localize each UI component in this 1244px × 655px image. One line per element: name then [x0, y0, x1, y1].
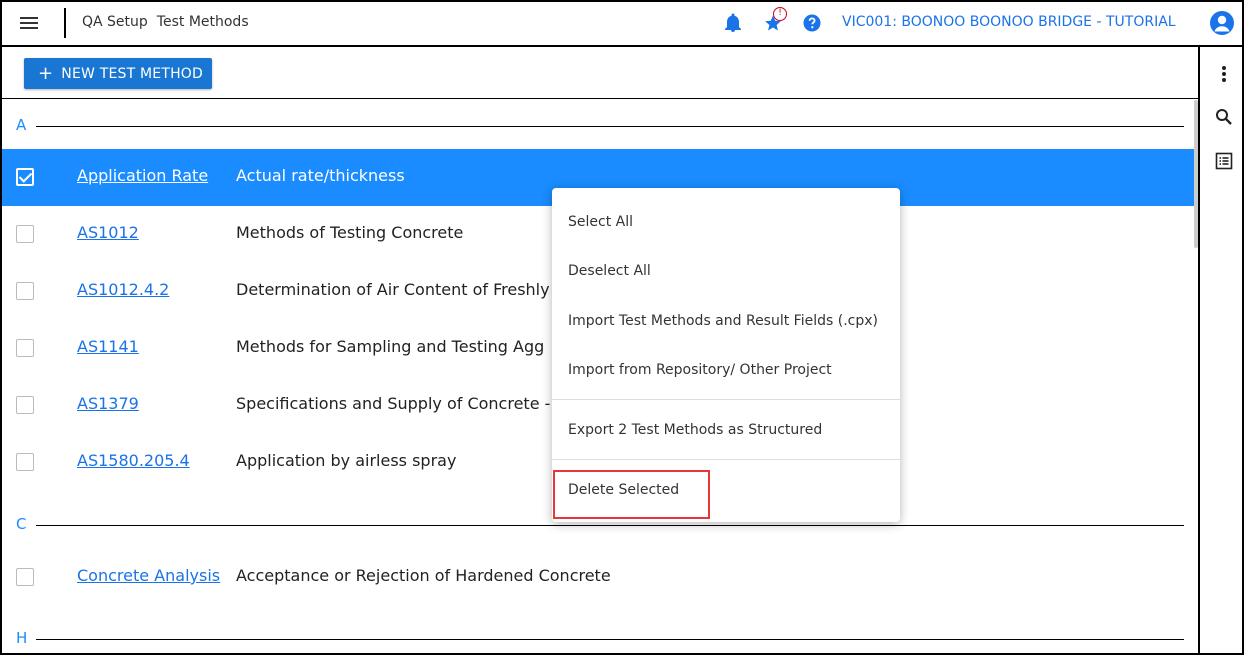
test-method-code-link[interactable]: Application Rate	[77, 166, 208, 185]
list-scrollbar[interactable]	[1194, 100, 1198, 248]
top-bar-divider	[64, 8, 66, 38]
test-method-code-link[interactable]: AS1379	[77, 394, 139, 413]
menu-icon[interactable]	[20, 14, 38, 32]
test-method-description: Specifications and Supply of Concrete -	[236, 394, 551, 413]
test-method-description: Methods of Testing Concrete	[236, 223, 464, 242]
test-method-code-link[interactable]: AS1012.4.2	[77, 280, 169, 299]
menu-divider	[552, 399, 900, 400]
test-method-description: Acceptance or Rejection of Hardened Conc…	[236, 566, 611, 585]
app-window: QA Setup Test Methods ! VIC001: BOONOO BO…	[0, 0, 1244, 655]
row-checkbox[interactable]	[16, 225, 34, 243]
breadcrumb-item-test-methods: Test Methods	[156, 14, 249, 30]
right-rail-divider	[1198, 47, 1200, 653]
section-header-h: H	[2, 627, 1198, 651]
test-method-code-link[interactable]: AS1012	[77, 223, 139, 242]
test-method-code-link[interactable]: AS1580.205.4	[77, 451, 190, 470]
section-letter: A	[16, 116, 27, 134]
menu-divider	[552, 459, 900, 460]
menu-item-export-structured[interactable]: Export 2 Test Methods as Structured	[552, 408, 900, 452]
top-bar: QA Setup Test Methods ! VIC001: BOONOO BO…	[2, 2, 1242, 47]
list-view-icon[interactable]	[1212, 149, 1236, 173]
favorites-badge: !	[773, 7, 787, 21]
plus-icon: +	[38, 62, 54, 84]
menu-item-import-repository[interactable]: Import from Repository/ Other Project	[552, 348, 900, 392]
row-checkbox[interactable]	[16, 396, 34, 414]
test-method-description: Determination of Air Content of Freshly	[236, 280, 550, 299]
section-letter: C	[16, 515, 27, 533]
row-checkbox-checked[interactable]	[16, 168, 34, 186]
test-method-description: Application by airless spray	[236, 451, 457, 470]
test-method-code-link[interactable]: AS1141	[77, 337, 139, 356]
more-vert-icon[interactable]	[1212, 62, 1236, 86]
new-test-method-button[interactable]: + NEW TEST METHOD	[24, 58, 212, 89]
new-test-method-label: NEW TEST METHOD	[61, 65, 203, 82]
project-title[interactable]: VIC001: BOONOO BOONOO BRIDGE - TUTORIAL	[842, 14, 1176, 30]
bell-icon[interactable]	[722, 12, 744, 34]
test-method-code-link[interactable]: Concrete Analysis	[77, 566, 220, 585]
row-checkbox[interactable]	[16, 282, 34, 300]
section-divider	[36, 126, 1184, 127]
menu-item-delete-selected[interactable]: Delete Selected	[552, 468, 900, 512]
section-divider	[36, 525, 1184, 526]
row-checkbox[interactable]	[16, 453, 34, 471]
help-icon[interactable]	[801, 12, 823, 34]
menu-item-import-cpx[interactable]: Import Test Methods and Result Fields (.…	[552, 299, 900, 343]
section-divider	[36, 639, 1184, 640]
menu-item-deselect-all[interactable]: Deselect All	[552, 249, 900, 293]
test-method-description: Actual rate/thickness	[236, 166, 405, 185]
test-method-description: Methods for Sampling and Testing Agg	[236, 337, 545, 356]
context-menu: Select All Deselect All Import Test Meth…	[552, 188, 900, 522]
toolbar-divider	[2, 98, 1198, 99]
table-row[interactable]: Concrete Analysis Acceptance or Rejectio…	[2, 549, 1198, 606]
breadcrumb-item-qa-setup[interactable]: QA Setup	[82, 14, 148, 30]
avatar-icon[interactable]	[1210, 11, 1234, 35]
row-checkbox[interactable]	[16, 339, 34, 357]
section-letter: H	[16, 629, 28, 647]
section-header-a: A	[2, 114, 1198, 138]
menu-item-select-all[interactable]: Select All	[552, 200, 900, 244]
row-checkbox[interactable]	[16, 568, 34, 586]
search-icon[interactable]	[1212, 105, 1236, 129]
breadcrumb: QA Setup Test Methods	[82, 14, 249, 30]
